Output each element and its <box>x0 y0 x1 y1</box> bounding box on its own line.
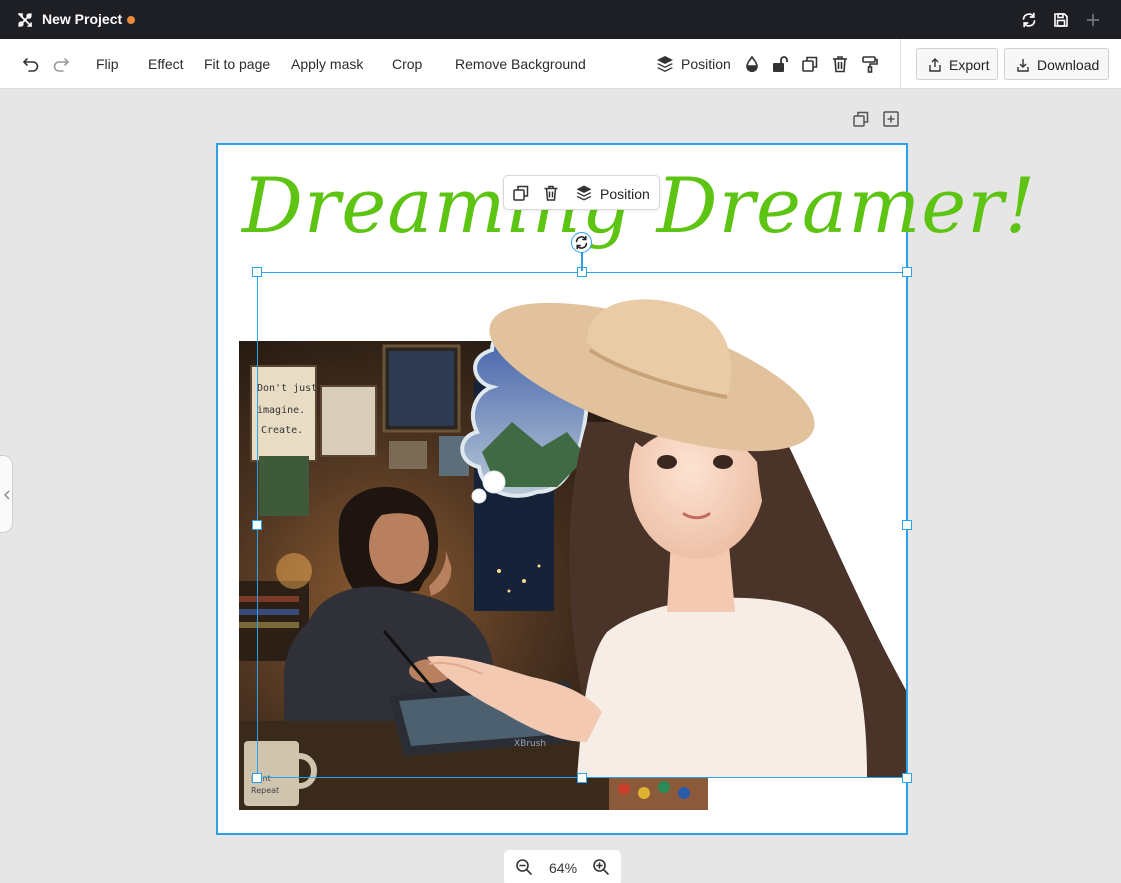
redo-icon[interactable] <box>51 54 71 74</box>
download-icon <box>1017 59 1029 72</box>
zoom-out-icon[interactable] <box>515 858 533 876</box>
layers-icon[interactable] <box>655 54 675 74</box>
mug-text-2: Repeat <box>251 786 279 795</box>
resize-handle-bottom-left[interactable] <box>252 773 262 783</box>
opacity-drop-icon[interactable] <box>742 54 762 74</box>
rotate-handle[interactable] <box>571 232 592 253</box>
duplicate-icon[interactable] <box>512 184 530 202</box>
unlock-icon[interactable] <box>770 54 790 74</box>
left-panel-toggle[interactable] <box>0 455 13 533</box>
zoom-in-icon[interactable] <box>592 858 610 876</box>
rotation-stem <box>581 251 583 271</box>
selection-toolbar: Position <box>503 175 660 210</box>
layers-icon[interactable] <box>575 184 593 202</box>
app-logo-icon <box>18 13 32 27</box>
delete-icon[interactable] <box>542 184 560 202</box>
paint-roller-icon[interactable] <box>860 54 880 74</box>
export-icon <box>929 58 941 72</box>
toolbar-divider <box>900 39 901 89</box>
add-page-icon[interactable] <box>882 110 900 128</box>
add-tab-icon[interactable] <box>1084 11 1102 29</box>
save-icon[interactable] <box>1052 11 1070 29</box>
effect-button[interactable]: Effect <box>148 56 184 72</box>
resize-handle-top-right[interactable] <box>902 267 912 277</box>
zoom-level: 64% <box>549 860 578 876</box>
project-title[interactable]: New Project <box>42 11 122 27</box>
export-label: Export <box>949 57 990 73</box>
fit-to-page-button[interactable]: Fit to page <box>204 56 270 72</box>
sync-icon[interactable] <box>1020 11 1038 29</box>
selection-box <box>257 272 907 778</box>
undo-icon[interactable] <box>21 54 41 74</box>
resize-handle-bottom[interactable] <box>577 773 587 783</box>
chevron-left-icon <box>4 490 10 500</box>
resize-handle-bottom-right[interactable] <box>902 773 912 783</box>
resize-handle-top-left[interactable] <box>252 267 262 277</box>
remove-background-button[interactable]: Remove Background <box>455 56 586 72</box>
resize-handle-left[interactable] <box>252 520 262 530</box>
delete-icon[interactable] <box>830 54 850 74</box>
flip-button[interactable]: Flip <box>96 56 119 72</box>
unsaved-indicator <box>127 16 135 24</box>
download-button[interactable]: Download <box>1004 48 1109 80</box>
export-button[interactable]: Export <box>916 48 998 80</box>
download-label: Download <box>1037 57 1100 73</box>
apply-mask-button[interactable]: Apply mask <box>291 56 363 72</box>
resize-handle-right[interactable] <box>902 520 912 530</box>
position-button[interactable]: Position <box>681 56 731 72</box>
position-label[interactable]: Position <box>600 186 650 202</box>
rotate-icon <box>575 235 588 250</box>
title-bar: New Project <box>0 0 1121 39</box>
crop-button[interactable]: Crop <box>392 56 422 72</box>
zoom-control: 64% <box>504 850 621 883</box>
duplicate-icon[interactable] <box>800 54 820 74</box>
editor-toolbar: Flip Effect Fit to page Apply mask Crop … <box>0 39 1121 89</box>
duplicate-page-icon[interactable] <box>852 110 870 128</box>
